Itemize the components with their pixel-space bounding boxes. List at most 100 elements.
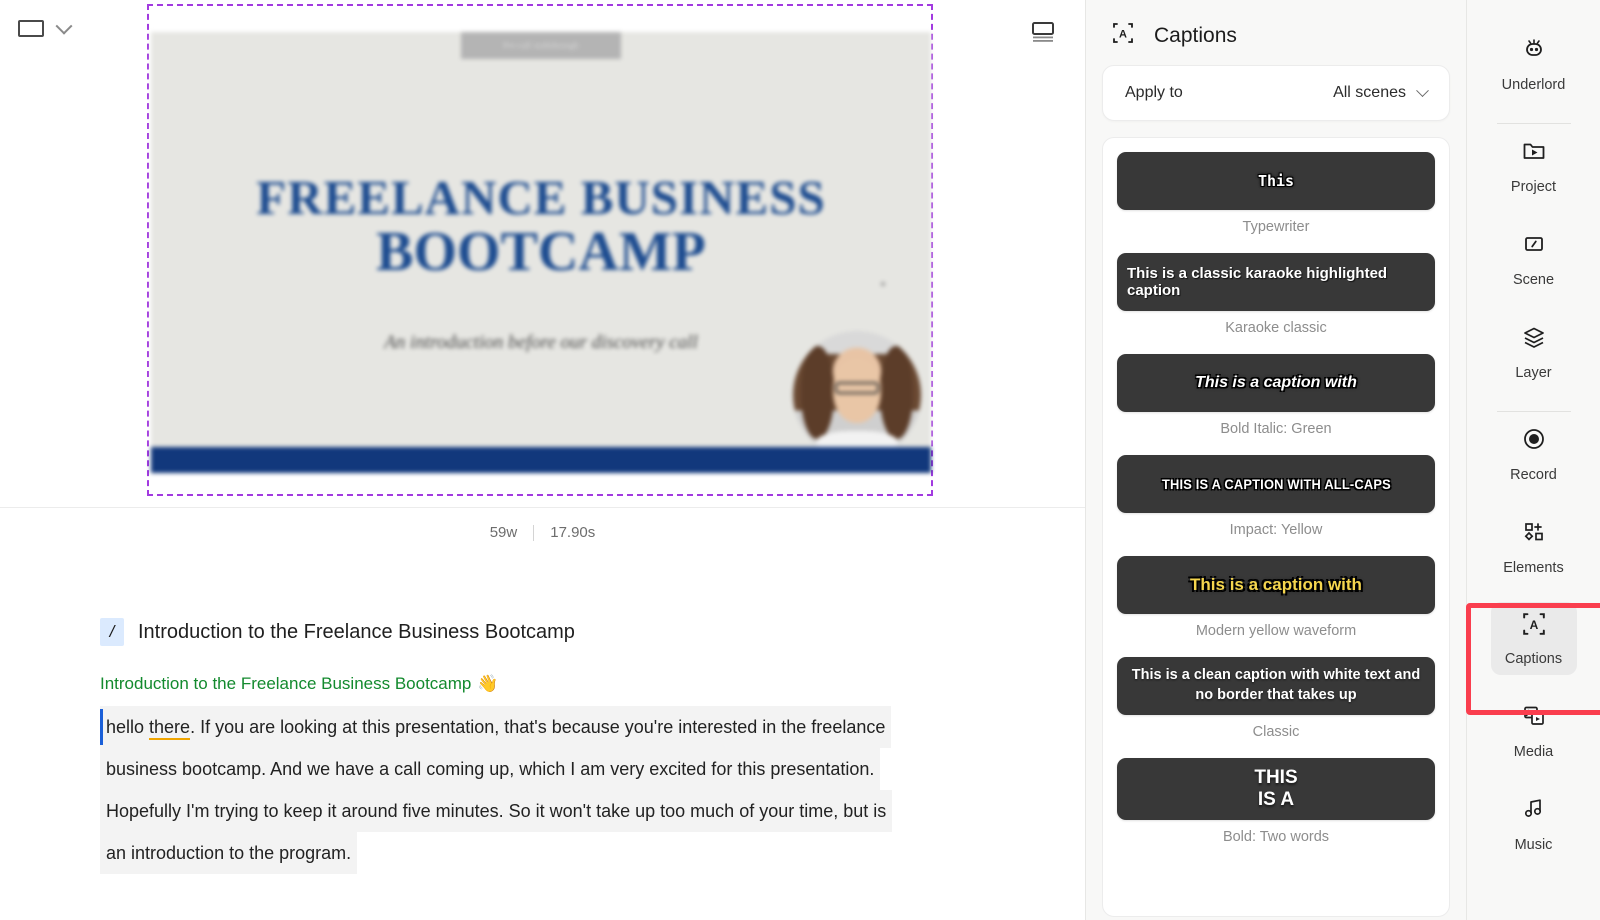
transcript-line-text[interactable]: business bootcamp. And we have a call co…: [100, 748, 881, 790]
caption-style-name: Classic: [1252, 724, 1300, 740]
rail-item-label: Project: [1510, 179, 1557, 195]
music-note-icon: [1521, 796, 1547, 827]
captions-panel: A Captions Apply to All scenes This Typew…: [1085, 0, 1466, 920]
captions-panel-title: Captions: [1154, 23, 1237, 47]
caption-style-preview-text: This is a clean caption with white text …: [1131, 667, 1421, 703]
rail-item-elements[interactable]: Elements: [1491, 509, 1577, 584]
caption-style-preview-text: This: [1257, 172, 1295, 190]
caption-style-preview[interactable]: THIS IS A: [1117, 758, 1435, 820]
caption-style-preview-text: THIS IS A: [1254, 767, 1298, 810]
rail-item-music[interactable]: Music: [1491, 786, 1577, 861]
rail-item-media[interactable]: Media: [1491, 693, 1577, 768]
rectangle-icon: [18, 20, 44, 37]
transcript-line-text[interactable]: an introduction to the program.: [100, 832, 358, 874]
app-root: Pre-call walkthrough FREELANCE BUSINESS …: [0, 0, 1600, 920]
transcript-line[interactable]: an introduction to the program.: [100, 832, 1025, 874]
transcript-line[interactable]: Hopefully I'm trying to keep it around f…: [100, 790, 1025, 832]
caption-style-item[interactable]: This is a caption with Bold Italic: Green: [1117, 354, 1435, 449]
line-text-post: business bootcamp. And we have a call co…: [106, 759, 875, 779]
transcript-line[interactable]: hello there. If you are looking at this …: [100, 706, 1025, 748]
meta-divider: [533, 524, 535, 541]
line-text-post: Hopefully I'm trying to keep it around f…: [106, 801, 887, 821]
slide-title-line2: BOOTCAMP: [376, 221, 706, 284]
chevron-down-icon[interactable]: [55, 17, 73, 35]
word-count: 59w: [489, 524, 518, 541]
transcript-line-text[interactable]: Hopefully I'm trying to keep it around f…: [100, 790, 893, 832]
caption-style-preview[interactable]: This is a caption with: [1117, 354, 1435, 412]
transcript-line-text[interactable]: hello there. If you are looking at this …: [100, 706, 892, 748]
apply-to-value-group[interactable]: All scenes: [1333, 83, 1429, 102]
green-heading-text: Introduction to the Freelance Business B…: [100, 674, 472, 693]
caption-style-name: Bold: Two words: [1222, 829, 1330, 845]
caption-style-name: Bold Italic: Green: [1220, 421, 1332, 437]
caption-style-item[interactable]: This Typewriter: [1117, 152, 1435, 247]
duration: 17.90s: [550, 524, 596, 541]
captions-icon: A: [1522, 612, 1546, 641]
caption-style-name: Typewriter: [1242, 219, 1310, 235]
presenter-avatar: [793, 331, 921, 459]
svg-text:A: A: [1119, 29, 1127, 41]
layers-icon: [1521, 324, 1547, 355]
slide-canvas: Pre-call walkthrough FREELANCE BUSINESS …: [151, 32, 931, 473]
caption-style-item[interactable]: THIS IS A Bold: Two words: [1117, 758, 1435, 857]
transcript-editor[interactable]: / Introduction to the Freelance Business…: [0, 596, 1085, 920]
apply-to-dropdown[interactable]: Apply to All scenes: [1102, 65, 1450, 121]
caption-style-list[interactable]: This Typewriter This is a classic karaoke …: [1102, 137, 1450, 917]
rail-item-project[interactable]: Project: [1491, 128, 1577, 203]
scene-heading: / Introduction to the Freelance Business…: [100, 618, 1025, 646]
spellcheck-underline[interactable]: there: [149, 717, 191, 740]
media-stack-icon: [1521, 703, 1547, 734]
editor-main-column: Pre-call walkthrough FREELANCE BUSINESS …: [0, 0, 1085, 920]
shapes-plus-icon: [1521, 519, 1547, 550]
rail-item-label: Layer: [1515, 365, 1552, 381]
clip-meta: 59w 17.90s: [0, 524, 1085, 541]
rail-item-record[interactable]: Record: [1491, 416, 1577, 491]
slide-layout-icon[interactable]: [1027, 16, 1059, 48]
robot-icon: [1521, 36, 1547, 67]
rail-item-layer[interactable]: Layer: [1491, 314, 1577, 389]
folder-play-icon: [1521, 138, 1547, 169]
caption-style-item[interactable]: This is a classic karaoke highlighted ca…: [1117, 253, 1435, 348]
rail-item-label: Music: [1514, 837, 1553, 853]
slide-badge: Pre-call walkthrough: [461, 32, 621, 59]
transcript-line[interactable]: business bootcamp. And we have a call co…: [100, 748, 1025, 790]
rail-divider: [1496, 123, 1571, 124]
scene-title[interactable]: Introduction to the Freelance Business B…: [138, 621, 575, 644]
caption-style-item[interactable]: This is a clean caption with white text …: [1117, 657, 1435, 752]
caption-style-name: Impact: Yellow: [1229, 522, 1323, 538]
avatar-glasses: [835, 382, 879, 394]
caption-style-preview[interactable]: THIS IS A CAPTION WITH ALL-CAPS: [1117, 455, 1435, 513]
rail-item-label: Scene: [1512, 272, 1555, 288]
rail-item-captions[interactable]: A Captions: [1490, 602, 1577, 675]
preview-area: Pre-call walkthrough FREELANCE BUSINESS …: [0, 0, 1085, 541]
captions-panel-header: A Captions: [1086, 0, 1466, 65]
aspect-ratio-control[interactable]: [18, 17, 73, 37]
line-text-post: . If you are looking at this presentatio…: [190, 717, 886, 737]
record-circle-icon: [1521, 426, 1547, 457]
caption-style-preview-text: This is a classic karaoke highlighted ca…: [1127, 265, 1388, 299]
slide-title-line1: FREELANCE BUSINESS: [256, 170, 826, 225]
caption-style-item[interactable]: This is a caption with Modern yellow wave…: [1117, 556, 1435, 651]
rail-item-underlord[interactable]: Underlord: [1491, 26, 1577, 101]
apply-to-label: Apply to: [1125, 84, 1183, 101]
avatar-hair-right: [880, 346, 914, 439]
rail-item-label: Captions: [1504, 651, 1563, 667]
caption-style-preview[interactable]: This is a classic karaoke highlighted ca…: [1117, 253, 1435, 311]
chevron-down-icon[interactable]: [1416, 83, 1429, 97]
captions-icon: A: [1112, 22, 1134, 49]
caption-style-preview[interactable]: This: [1117, 152, 1435, 210]
avatar-hair-left: [800, 346, 834, 439]
right-tool-rail[interactable]: Underlord Project Scene Layer Record Elements…: [1466, 0, 1600, 920]
rail-item-label: Underlord: [1501, 77, 1566, 93]
rail-item-label: Media: [1513, 744, 1554, 760]
scene-slash-icon: /: [100, 618, 124, 646]
transcript-body[interactable]: hello there. If you are looking at this …: [100, 706, 1025, 874]
caption-style-item[interactable]: THIS IS A CAPTION WITH ALL-CAPS Impact: Y…: [1117, 455, 1435, 550]
caption-style-preview[interactable]: This is a caption with: [1117, 556, 1435, 614]
apply-to-value: All scenes: [1333, 84, 1406, 101]
caption-style-preview[interactable]: This is a clean caption with white text …: [1117, 657, 1435, 715]
transcript-green-heading[interactable]: Introduction to the Freelance Business B…: [100, 674, 1025, 694]
rail-item-scene[interactable]: Scene: [1491, 221, 1577, 296]
video-preview-frame[interactable]: Pre-call walkthrough FREELANCE BUSINESS …: [147, 4, 933, 496]
slide-decor-dot: [881, 282, 885, 286]
